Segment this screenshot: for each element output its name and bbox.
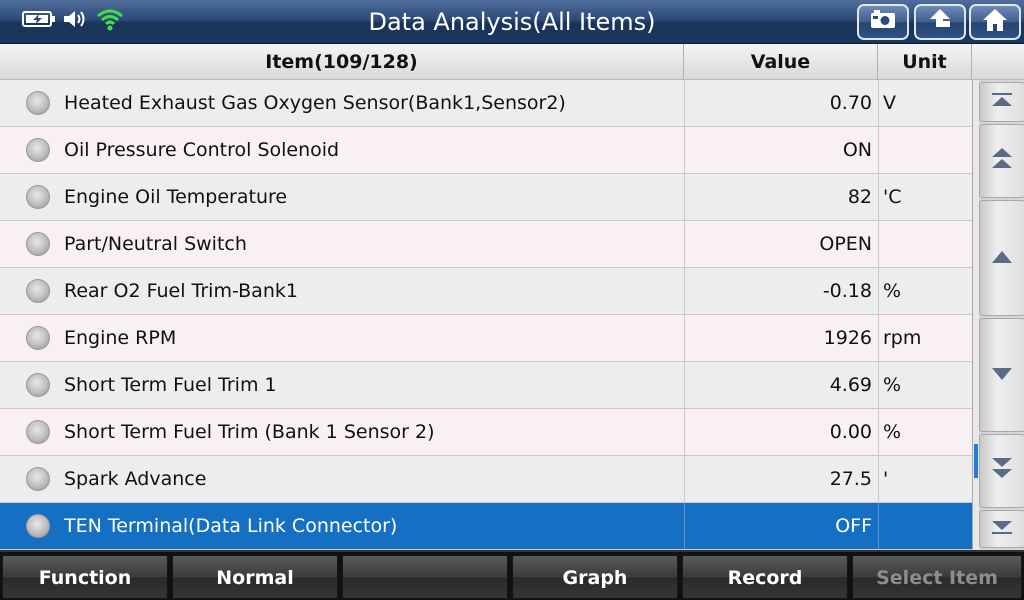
row-radio[interactable] xyxy=(22,127,52,173)
function-bar: Function Normal Graph Record Select Item xyxy=(0,550,1024,600)
radio-icon xyxy=(26,373,50,397)
double-chevron-up-icon xyxy=(991,147,1013,175)
row-value: 4.69 xyxy=(684,362,878,408)
speaker-icon xyxy=(62,8,90,34)
radio-icon xyxy=(26,91,50,115)
table-row[interactable]: Part/Neutral Switch OPEN xyxy=(0,221,972,268)
row-value: 0.00 xyxy=(684,409,878,455)
scroll-to-top-button[interactable] xyxy=(979,82,1024,122)
scroll-down-button[interactable] xyxy=(979,318,1024,432)
row-value: 1926 xyxy=(684,315,878,361)
row-radio[interactable] xyxy=(22,409,52,455)
scroll-bottom-icon xyxy=(991,519,1013,539)
row-unit: rpm xyxy=(878,315,972,361)
normal-button[interactable]: Normal xyxy=(172,555,338,599)
vertical-scrollbar[interactable] xyxy=(972,80,1024,550)
graph-button[interactable]: Graph xyxy=(512,555,678,599)
row-value: ON xyxy=(684,127,878,173)
row-item-name: Engine Oil Temperature xyxy=(64,186,288,208)
row-unit xyxy=(878,221,972,267)
double-chevron-down-icon xyxy=(991,457,1013,485)
data-table: Heated Exhaust Gas Oxygen Sensor(Bank1,S… xyxy=(0,80,972,550)
row-value: -0.18 xyxy=(684,268,878,314)
row-item-name: Short Term Fuel Trim (Bank 1 Sensor 2) xyxy=(64,421,435,443)
row-item-name: Heated Exhaust Gas Oxygen Sensor(Bank1,S… xyxy=(64,92,566,114)
radio-icon xyxy=(26,326,50,350)
table-row[interactable]: Rear O2 Fuel Trim-Bank1 -0.18 % xyxy=(0,268,972,315)
scroll-thumb[interactable] xyxy=(974,444,978,478)
radio-icon xyxy=(26,232,50,256)
row-unit xyxy=(878,127,972,173)
radio-icon xyxy=(26,514,50,538)
row-unit: % xyxy=(878,409,972,455)
row-item-name: Rear O2 Fuel Trim-Bank1 xyxy=(64,280,298,302)
row-unit: ' xyxy=(878,456,972,502)
column-header-item: Item(109/128) xyxy=(0,44,684,80)
back-button[interactable] xyxy=(914,4,966,40)
row-item-name: Oil Pressure Control Solenoid xyxy=(64,139,340,161)
back-icon xyxy=(926,7,954,37)
page-title: Data Analysis(All Items) xyxy=(368,8,656,36)
row-value: 0.70 xyxy=(684,80,878,126)
table-row[interactable]: Spark Advance 27.5 ' xyxy=(0,456,972,503)
row-item-name: TEN Terminal(Data Link Connector) xyxy=(64,515,398,537)
scroll-top-icon xyxy=(991,92,1013,112)
row-unit: % xyxy=(878,268,972,314)
table-row[interactable]: Heated Exhaust Gas Oxygen Sensor(Bank1,S… xyxy=(0,80,972,127)
row-radio[interactable] xyxy=(22,362,52,408)
row-value: OFF xyxy=(684,503,878,549)
row-value: 27.5 xyxy=(684,456,878,502)
home-button[interactable] xyxy=(969,4,1021,40)
status-icons xyxy=(22,8,124,34)
row-item-name: Engine RPM xyxy=(64,327,177,349)
row-radio[interactable] xyxy=(22,503,52,549)
table-row-selected[interactable]: TEN Terminal(Data Link Connector) OFF xyxy=(0,503,972,550)
select-item-button: Select Item xyxy=(852,555,1022,599)
title-bar: Data Analysis(All Items) xyxy=(0,0,1024,44)
radio-icon xyxy=(26,138,50,162)
chevron-up-icon xyxy=(991,249,1013,268)
table-header: Item(109/128) Value Unit xyxy=(0,44,1024,80)
radio-icon xyxy=(26,420,50,444)
blank-button[interactable] xyxy=(342,555,508,599)
record-button[interactable]: Record xyxy=(682,555,848,599)
table-row[interactable]: Engine Oil Temperature 82 'C xyxy=(0,174,972,221)
row-unit: 'C xyxy=(878,174,972,220)
row-radio[interactable] xyxy=(22,221,52,267)
battery-icon xyxy=(22,10,56,32)
radio-icon xyxy=(26,279,50,303)
row-value: 82 xyxy=(684,174,878,220)
row-item-name: Short Term Fuel Trim 1 xyxy=(64,374,277,396)
radio-icon xyxy=(26,467,50,491)
function-button[interactable]: Function xyxy=(2,555,168,599)
row-value: OPEN xyxy=(684,221,878,267)
radio-icon xyxy=(26,185,50,209)
screenshot-icon xyxy=(869,9,897,35)
row-unit: % xyxy=(878,362,972,408)
page-up-button[interactable] xyxy=(979,124,1024,198)
column-header-value: Value xyxy=(684,44,878,80)
scroll-up-button[interactable] xyxy=(979,200,1024,316)
row-radio[interactable] xyxy=(22,268,52,314)
row-unit: V xyxy=(878,80,972,126)
table-row[interactable]: Short Term Fuel Trim (Bank 1 Sensor 2) 0… xyxy=(0,409,972,456)
row-radio[interactable] xyxy=(22,456,52,502)
row-radio[interactable] xyxy=(22,315,52,361)
table-row[interactable]: Engine RPM 1926 rpm xyxy=(0,315,972,362)
screenshot-button[interactable] xyxy=(857,4,909,40)
wifi-icon xyxy=(96,7,124,35)
row-radio[interactable] xyxy=(22,174,52,220)
row-item-name: Part/Neutral Switch xyxy=(64,233,247,255)
home-icon xyxy=(981,7,1009,37)
column-header-unit: Unit xyxy=(878,44,972,80)
row-radio[interactable] xyxy=(22,80,52,126)
row-item-name: Spark Advance xyxy=(64,468,207,490)
chevron-down-icon xyxy=(991,366,1013,385)
table-row[interactable]: Oil Pressure Control Solenoid ON xyxy=(0,127,972,174)
table-row[interactable]: Short Term Fuel Trim 1 4.69 % xyxy=(0,362,972,409)
page-down-button[interactable] xyxy=(979,434,1024,508)
row-unit xyxy=(878,503,972,549)
scroll-to-bottom-button[interactable] xyxy=(979,510,1024,548)
